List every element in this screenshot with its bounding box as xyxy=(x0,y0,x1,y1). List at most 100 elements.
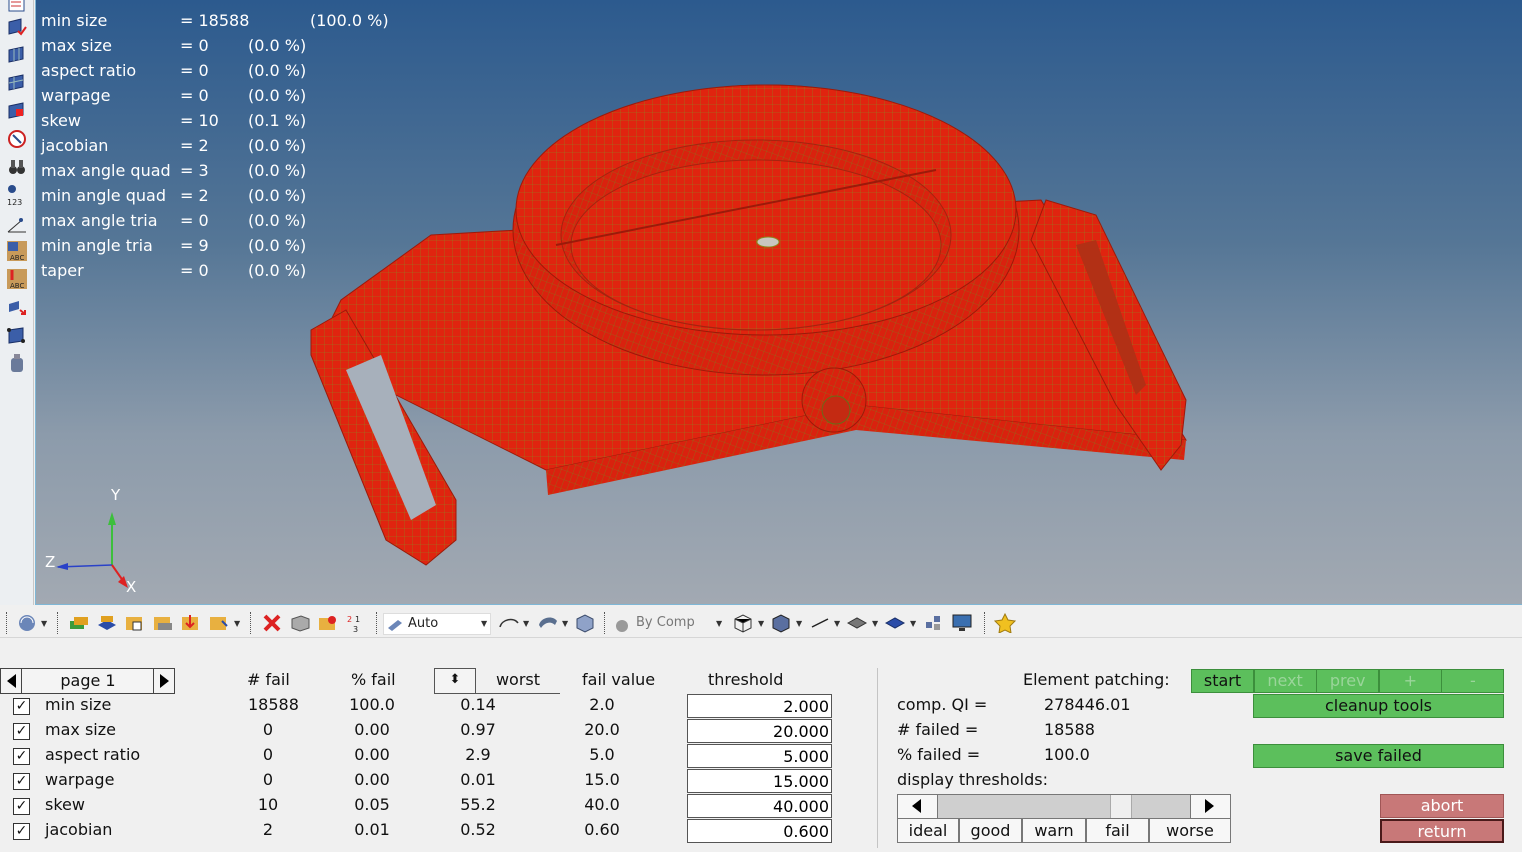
target-icon[interactable] xyxy=(6,128,28,150)
chevron-down-icon[interactable]: ▼ xyxy=(758,619,764,628)
check-enable-checkbox[interactable]: ✓ xyxy=(13,773,30,790)
chevron-down-icon[interactable]: ▼ xyxy=(834,619,840,628)
cleanup-tools-button[interactable]: cleanup tools xyxy=(1253,694,1504,718)
check-enable-checkbox[interactable]: ✓ xyxy=(13,798,30,815)
slider-left-button[interactable] xyxy=(898,795,938,818)
chevron-down-icon[interactable]: ▼ xyxy=(562,619,568,628)
prev-button[interactable]: prev xyxy=(1316,669,1380,693)
transform-icon[interactable] xyxy=(6,296,28,318)
panel-icon[interactable] xyxy=(6,0,28,16)
chevron-down-icon[interactable]: ▼ xyxy=(523,619,529,628)
threshold-input[interactable] xyxy=(687,694,832,718)
check-enable-checkbox[interactable]: ✓ xyxy=(13,823,30,840)
threshold-worse-button[interactable]: worse xyxy=(1149,818,1231,843)
palette-icon xyxy=(616,620,628,632)
mesh-model[interactable] xyxy=(36,0,1522,605)
brush-icon xyxy=(388,620,402,631)
delete-icon[interactable] xyxy=(261,613,283,633)
threshold-warn-button[interactable]: warn xyxy=(1022,818,1086,843)
renumber-icon[interactable]: 2 13 xyxy=(345,613,367,633)
plus-button[interactable]: + xyxy=(1378,669,1442,693)
page-next-button[interactable] xyxy=(153,668,175,694)
organize-icon[interactable] xyxy=(317,613,339,633)
failed-pct-value: 100.0 xyxy=(1044,745,1090,764)
slider-thumb[interactable] xyxy=(1110,795,1132,818)
threshold-input[interactable] xyxy=(687,819,832,843)
measure-angle-icon[interactable] xyxy=(6,212,28,234)
solid-cube-icon[interactable] xyxy=(770,613,792,633)
export-icon[interactable] xyxy=(208,613,230,633)
label-abc-red-icon[interactable]: ABC xyxy=(6,268,28,290)
chevron-down-icon[interactable]: ▼ xyxy=(481,619,487,628)
mesh-edit-icon[interactable] xyxy=(6,44,28,66)
save-failed-button[interactable]: save failed xyxy=(1253,744,1504,768)
next-button[interactable]: next xyxy=(1253,669,1317,693)
view-rotate-icon[interactable] xyxy=(16,613,38,633)
wireframe-cube-icon[interactable] xyxy=(732,613,754,633)
plane-blue-icon[interactable] xyxy=(884,613,906,633)
chevron-down-icon[interactable]: ▼ xyxy=(716,619,722,628)
threshold-input[interactable] xyxy=(687,794,832,818)
surface-icon[interactable] xyxy=(6,324,28,346)
chevron-down-icon[interactable]: ▼ xyxy=(872,619,878,628)
mesh-quality-icon[interactable] xyxy=(6,100,28,122)
threshold-input[interactable] xyxy=(687,719,832,743)
plane-icon[interactable] xyxy=(846,613,868,633)
return-button[interactable]: return xyxy=(1380,819,1504,843)
axis-triad: Y Z X xyxy=(45,486,136,596)
import-icon[interactable] xyxy=(180,613,202,633)
layer-icon[interactable] xyxy=(96,613,118,633)
check-name: max size xyxy=(45,720,116,739)
mesh-grid-icon[interactable] xyxy=(6,72,28,94)
fail-value: 40.0 xyxy=(584,795,620,814)
chevron-down-icon[interactable]: ▼ xyxy=(796,619,802,628)
table-row: ✓ jacobian 2 0.01 0.52 0.60 xyxy=(0,819,850,844)
threshold-ideal-button[interactable]: ideal xyxy=(897,818,959,843)
minus-button[interactable]: - xyxy=(1441,669,1505,693)
chevron-down-icon[interactable]: ▼ xyxy=(41,619,47,628)
component-icon[interactable] xyxy=(68,613,90,633)
arrow-right-icon xyxy=(160,674,169,688)
worst-value: 0.14 xyxy=(460,695,496,714)
axis-x-label: X xyxy=(126,578,136,596)
binoculars-icon[interactable] xyxy=(6,156,28,178)
folder-gray-icon[interactable] xyxy=(152,613,174,633)
threshold-input[interactable] xyxy=(687,744,832,768)
fail-count: 0 xyxy=(262,745,274,764)
table-row: ✓ min size 18588 100.0 0.14 2.0 xyxy=(0,694,850,719)
weight-icon[interactable] xyxy=(6,352,28,374)
check-enable-checkbox[interactable]: ✓ xyxy=(13,723,30,740)
check-enable-checkbox[interactable]: ✓ xyxy=(13,698,30,715)
abort-button[interactable]: abort xyxy=(1380,794,1504,818)
label-abc-icon[interactable]: ABC xyxy=(6,240,28,262)
shaded-surface-icon[interactable] xyxy=(536,613,560,633)
info-123-icon[interactable]: 123 xyxy=(6,184,28,206)
graphics-viewport[interactable]: min size = 18588 (100.0 %) max size = 0 (0.0 … xyxy=(35,0,1522,605)
start-button[interactable]: start xyxy=(1191,669,1254,693)
cube-icon[interactable] xyxy=(574,613,596,633)
threshold-good-button[interactable]: good xyxy=(959,818,1022,843)
threshold-fail-button[interactable]: fail xyxy=(1086,818,1149,843)
star-icon[interactable] xyxy=(994,613,1016,633)
check-enable-checkbox[interactable]: ✓ xyxy=(13,748,30,765)
slider-right-button[interactable] xyxy=(1190,795,1230,818)
chevron-down-icon[interactable]: ▼ xyxy=(910,619,916,628)
svg-text:3: 3 xyxy=(353,625,358,633)
shading-icon[interactable] xyxy=(497,613,521,633)
folder-icon[interactable] xyxy=(124,613,146,633)
chevron-down-icon[interactable]: ▼ xyxy=(234,619,240,628)
sort-toggle-button[interactable]: ⬍ xyxy=(434,668,476,694)
vertical-toolbar: 123 ABC ABC xyxy=(0,0,34,605)
page-prev-button[interactable] xyxy=(0,668,22,694)
sort-arrows-icon: ⬍ xyxy=(449,672,461,687)
threshold-input[interactable] xyxy=(687,769,832,793)
col-worst-header[interactable]: worst xyxy=(476,668,560,694)
check-name: skew xyxy=(45,795,85,814)
mask-icon[interactable] xyxy=(289,613,311,633)
line-icon[interactable] xyxy=(810,613,832,633)
monitor-icon[interactable] xyxy=(951,613,973,633)
arrow-right-icon xyxy=(1205,799,1214,813)
element-check-icon[interactable] xyxy=(6,16,28,38)
blocks-icon[interactable] xyxy=(924,613,944,633)
threshold-slider[interactable] xyxy=(897,794,1231,819)
